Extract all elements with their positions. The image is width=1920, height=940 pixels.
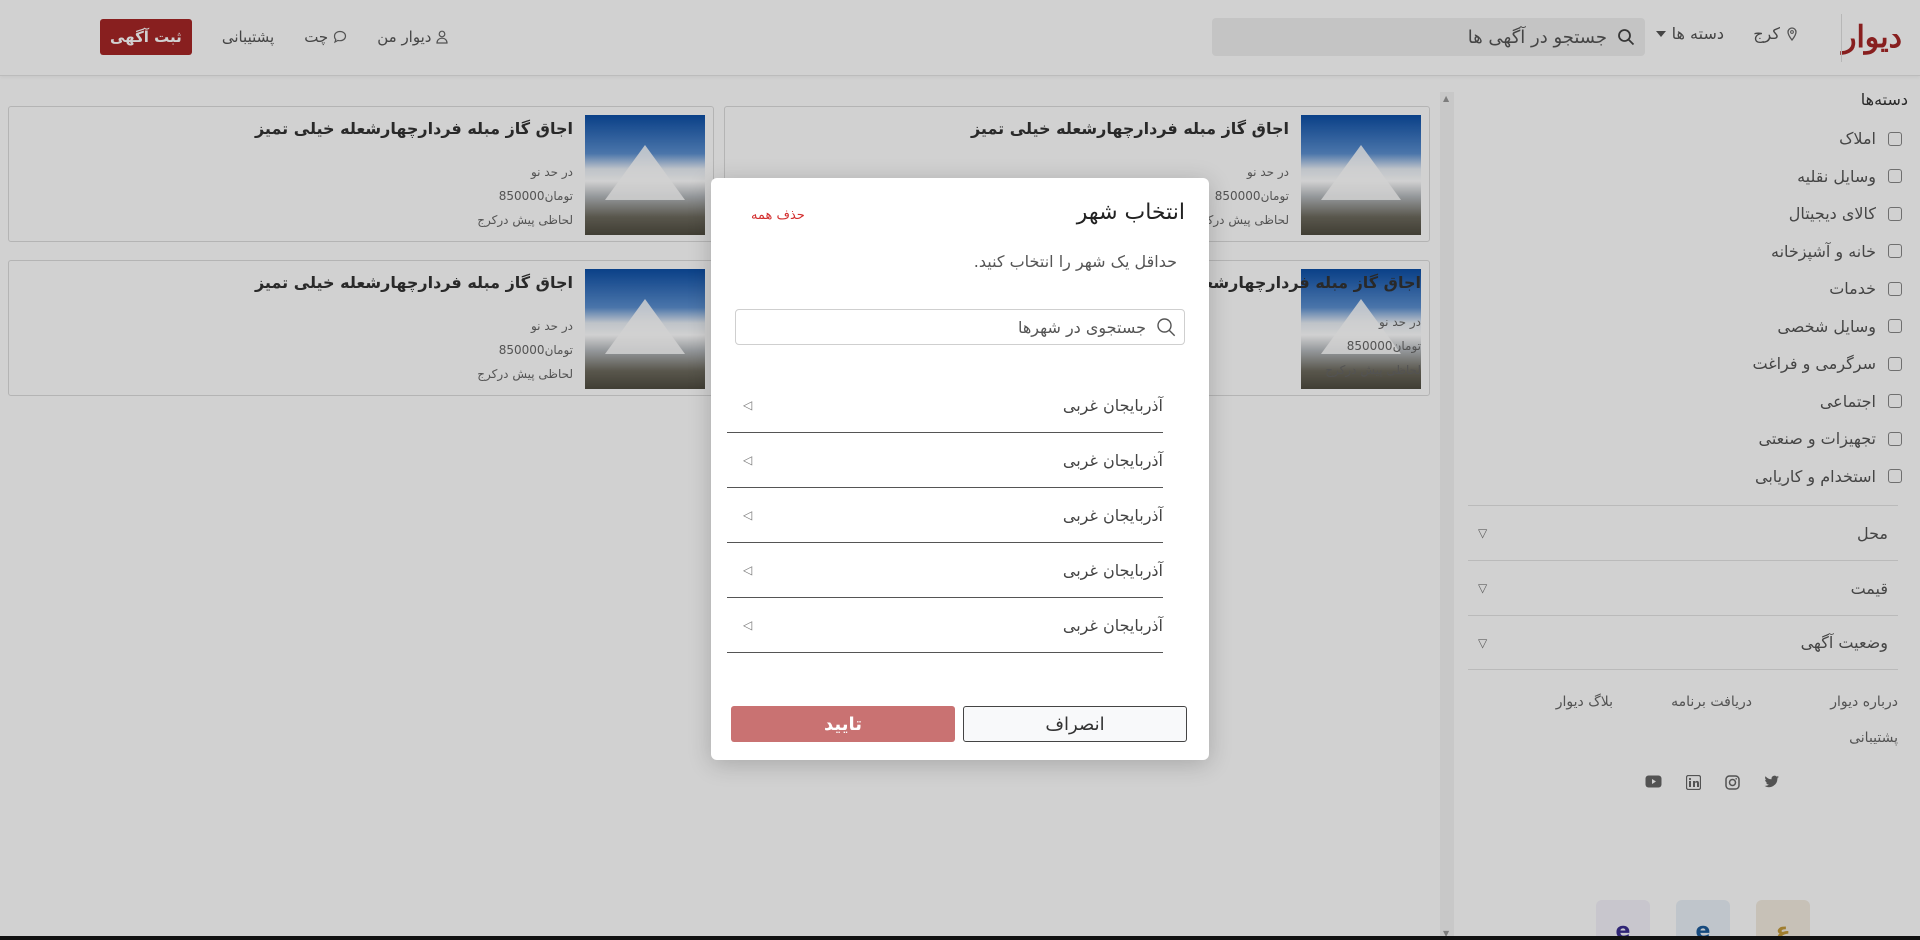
- search-icon: [1157, 318, 1176, 337]
- chevron-left-icon: ◁: [743, 563, 753, 577]
- city-search-placeholder: جستجوی در شهرها: [1017, 317, 1146, 337]
- province-item[interactable]: آذربایجان غربی ◁: [727, 543, 1163, 598]
- cancel-button[interactable]: انصراف: [963, 706, 1187, 742]
- province-label: آذربایجان غربی: [1062, 395, 1163, 415]
- confirm-button[interactable]: تایید: [731, 706, 955, 742]
- province-label: آذربایجان غربی: [1062, 615, 1163, 635]
- province-item[interactable]: آذربایجان غربی ◁: [727, 433, 1163, 488]
- province-item[interactable]: آذربایجان غربی ◁: [727, 598, 1163, 653]
- chevron-left-icon: ◁: [743, 398, 753, 412]
- province-item[interactable]: آذربایجان غربی ◁: [727, 378, 1163, 433]
- province-label: آذربایجان غربی: [1062, 450, 1163, 470]
- chevron-left-icon: ◁: [743, 618, 753, 632]
- province-item[interactable]: آذربایجان غربی ◁: [727, 488, 1163, 543]
- modal-title: انتخاب شهر: [1076, 200, 1185, 225]
- clear-all-button[interactable]: حذف همه: [751, 208, 805, 223]
- province-label: آذربایجان غربی: [1062, 505, 1163, 525]
- city-select-modal: انتخاب شهر حذف همه حداقل یک شهر را انتخا…: [711, 178, 1209, 760]
- province-list: آذربایجان غربی ◁ آذربایجان غربی ◁ آذربایجا…: [727, 378, 1163, 653]
- chevron-left-icon: ◁: [743, 453, 753, 467]
- bottom-edge: [0, 936, 1920, 940]
- chevron-left-icon: ◁: [743, 508, 753, 522]
- province-label: آذربایجان غربی: [1062, 560, 1163, 580]
- modal-hint: حداقل یک شهر را انتخاب کنید.: [973, 252, 1177, 271]
- city-search-input[interactable]: جستجوی در شهرها: [735, 309, 1185, 345]
